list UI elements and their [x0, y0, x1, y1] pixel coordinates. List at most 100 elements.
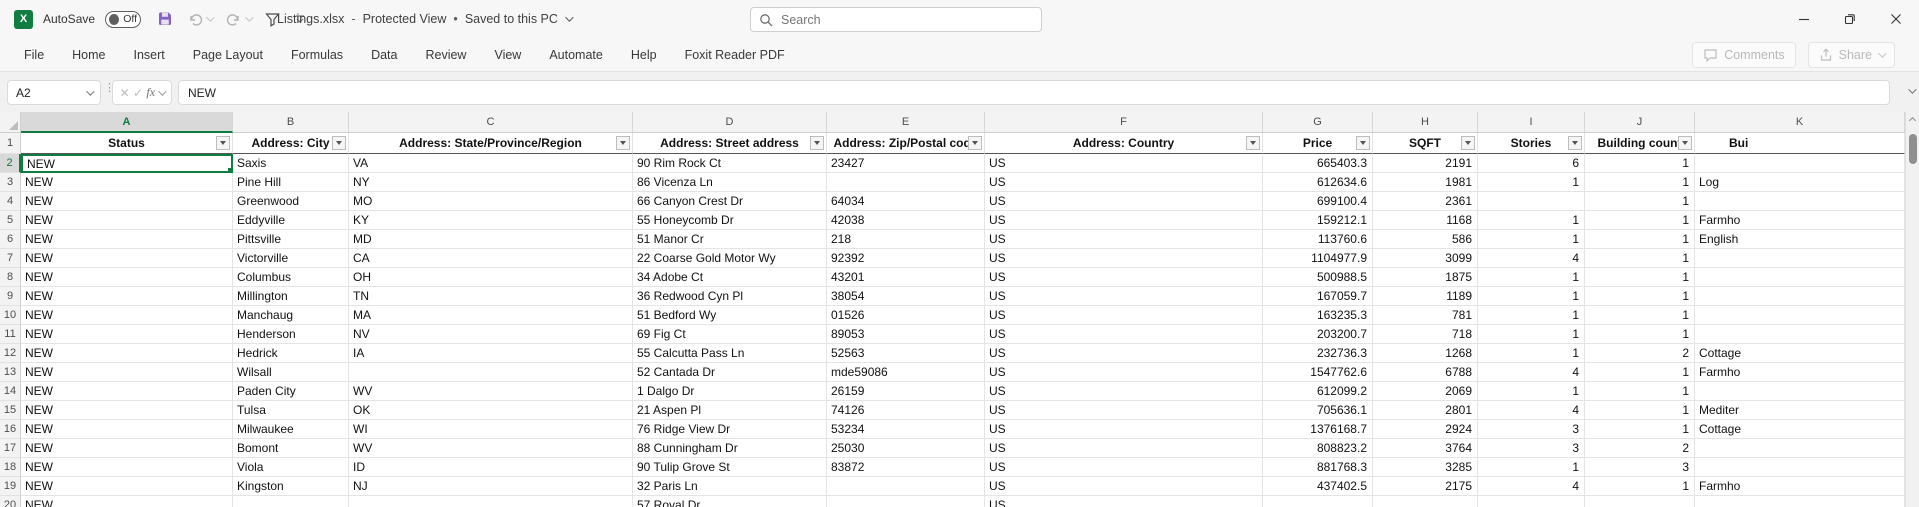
header-cell-city[interactable]: Address: City: [233, 133, 349, 154]
cell-d2[interactable]: 90 Rim Rock Ct: [633, 154, 827, 173]
cell-g10[interactable]: 163235.3: [1263, 306, 1373, 325]
tab-foxit-reader-pdf[interactable]: Foxit Reader PDF: [671, 38, 799, 72]
column-header-i[interactable]: I: [1478, 112, 1585, 133]
name-box-dropdown-icon[interactable]: [86, 87, 94, 95]
cell-b8[interactable]: Columbus: [233, 268, 349, 287]
column-header-d[interactable]: D: [633, 112, 827, 133]
cell-d4[interactable]: 66 Canyon Crest Dr: [633, 192, 827, 211]
cell-d3[interactable]: 86 Vicenza Ln: [633, 173, 827, 192]
cell-d10[interactable]: 51 Bedford Wy: [633, 306, 827, 325]
cell-b17[interactable]: Bomont: [233, 439, 349, 458]
cell-c7[interactable]: CA: [349, 249, 633, 268]
cell-b6[interactable]: Pittsville: [233, 230, 349, 249]
cell-c4[interactable]: MO: [349, 192, 633, 211]
cell-d11[interactable]: 69 Fig Ct: [633, 325, 827, 344]
row-header-16[interactable]: 16: [0, 420, 21, 439]
cell-h19[interactable]: 2175: [1373, 477, 1478, 496]
cancel-entry-icon[interactable]: ✕: [120, 86, 130, 100]
cell-g19[interactable]: 437402.5: [1263, 477, 1373, 496]
column-header-c[interactable]: C: [349, 112, 633, 133]
cell-b16[interactable]: Milwaukee: [233, 420, 349, 439]
header-cell-bcount[interactable]: Building count: [1585, 133, 1695, 154]
close-button[interactable]: [1873, 0, 1919, 38]
cell-k18[interactable]: [1695, 458, 1905, 477]
cell-d7[interactable]: 22 Coarse Gold Motor Wy: [633, 249, 827, 268]
tab-file[interactable]: File: [10, 38, 58, 72]
cell-i10[interactable]: 1: [1478, 306, 1585, 325]
cell-b19[interactable]: Kingston: [233, 477, 349, 496]
cell-j11[interactable]: 1: [1585, 325, 1695, 344]
row-header-10[interactable]: 10: [0, 306, 21, 325]
cell-h12[interactable]: 1268: [1373, 344, 1478, 363]
cell-j3[interactable]: 1: [1585, 173, 1695, 192]
header-cell-status[interactable]: Status: [21, 133, 233, 154]
cell-g3[interactable]: 612634.6: [1263, 173, 1373, 192]
cell-e9[interactable]: 38054: [827, 287, 985, 306]
cell-b3[interactable]: Pine Hill: [233, 173, 349, 192]
restore-button[interactable]: [1827, 0, 1873, 38]
cell-f11[interactable]: US: [985, 325, 1263, 344]
column-header-k[interactable]: K: [1695, 112, 1905, 133]
tab-home[interactable]: Home: [58, 38, 119, 72]
name-box[interactable]: A2: [7, 80, 101, 105]
cell-e17[interactable]: 25030: [827, 439, 985, 458]
cell-b14[interactable]: Paden City: [233, 382, 349, 401]
cell-k10[interactable]: [1695, 306, 1905, 325]
cell-k9[interactable]: [1695, 287, 1905, 306]
cell-b18[interactable]: Viola: [233, 458, 349, 477]
cell-b11[interactable]: Henderson: [233, 325, 349, 344]
cell-h8[interactable]: 1875: [1373, 268, 1478, 287]
tab-view[interactable]: View: [480, 38, 535, 72]
cell-g4[interactable]: 699100.4: [1263, 192, 1373, 211]
cell-e16[interactable]: 53234: [827, 420, 985, 439]
cell-a7[interactable]: NEW: [21, 249, 233, 268]
cell-b4[interactable]: Greenwood: [233, 192, 349, 211]
header-cell-btype[interactable]: Bui: [1695, 133, 1905, 154]
cell-a5[interactable]: NEW: [21, 211, 233, 230]
cell-g9[interactable]: 167059.7: [1263, 287, 1373, 306]
cell-g14[interactable]: 612099.2: [1263, 382, 1373, 401]
vertical-scrollbar[interactable]: [1905, 112, 1919, 507]
cell-j2[interactable]: 1: [1585, 154, 1695, 173]
cell-f12[interactable]: US: [985, 344, 1263, 363]
cell-b15[interactable]: Tulsa: [233, 401, 349, 420]
cell-k2[interactable]: [1695, 154, 1905, 173]
cell-e6[interactable]: 218: [827, 230, 985, 249]
cell-i12[interactable]: 1: [1478, 344, 1585, 363]
insert-function-icon[interactable]: fx: [146, 85, 155, 100]
cell-h20[interactable]: [1373, 496, 1478, 507]
cell-e18[interactable]: 83872: [827, 458, 985, 477]
cell-c16[interactable]: WI: [349, 420, 633, 439]
cell-j15[interactable]: 1: [1585, 401, 1695, 420]
cell-c6[interactable]: MD: [349, 230, 633, 249]
cell-h5[interactable]: 1168: [1373, 211, 1478, 230]
filter-button-zip[interactable]: [968, 136, 982, 150]
row-header-18[interactable]: 18: [0, 458, 21, 477]
cell-j6[interactable]: 1: [1585, 230, 1695, 249]
cell-a12[interactable]: NEW: [21, 344, 233, 363]
tab-formulas[interactable]: Formulas: [277, 38, 357, 72]
cell-e10[interactable]: 01526: [827, 306, 985, 325]
cell-b20[interactable]: [233, 496, 349, 507]
header-cell-country[interactable]: Address: Country: [985, 133, 1263, 154]
save-icon[interactable]: [157, 11, 173, 27]
cell-f13[interactable]: US: [985, 363, 1263, 382]
cell-k7[interactable]: [1695, 249, 1905, 268]
cell-g17[interactable]: 808823.2: [1263, 439, 1373, 458]
cell-k17[interactable]: [1695, 439, 1905, 458]
row-header-3[interactable]: 3: [0, 173, 21, 192]
cell-k13[interactable]: Farmho: [1695, 363, 1905, 382]
cell-e13[interactable]: mde59086: [827, 363, 985, 382]
cell-a9[interactable]: NEW: [21, 287, 233, 306]
cell-a13[interactable]: NEW: [21, 363, 233, 382]
cell-g5[interactable]: 159212.1: [1263, 211, 1373, 230]
cell-d20[interactable]: 57 Royal Dr: [633, 496, 827, 507]
formula-bar-splitter[interactable]: ⋮: [104, 85, 110, 92]
cell-f9[interactable]: US: [985, 287, 1263, 306]
cell-g12[interactable]: 232736.3: [1263, 344, 1373, 363]
search-box[interactable]: [750, 7, 1042, 32]
cell-d6[interactable]: 51 Manor Cr: [633, 230, 827, 249]
vertical-scrollbar-thumb[interactable]: [1909, 134, 1917, 164]
cell-g8[interactable]: 500988.5: [1263, 268, 1373, 287]
share-button[interactable]: Share: [1808, 42, 1895, 68]
